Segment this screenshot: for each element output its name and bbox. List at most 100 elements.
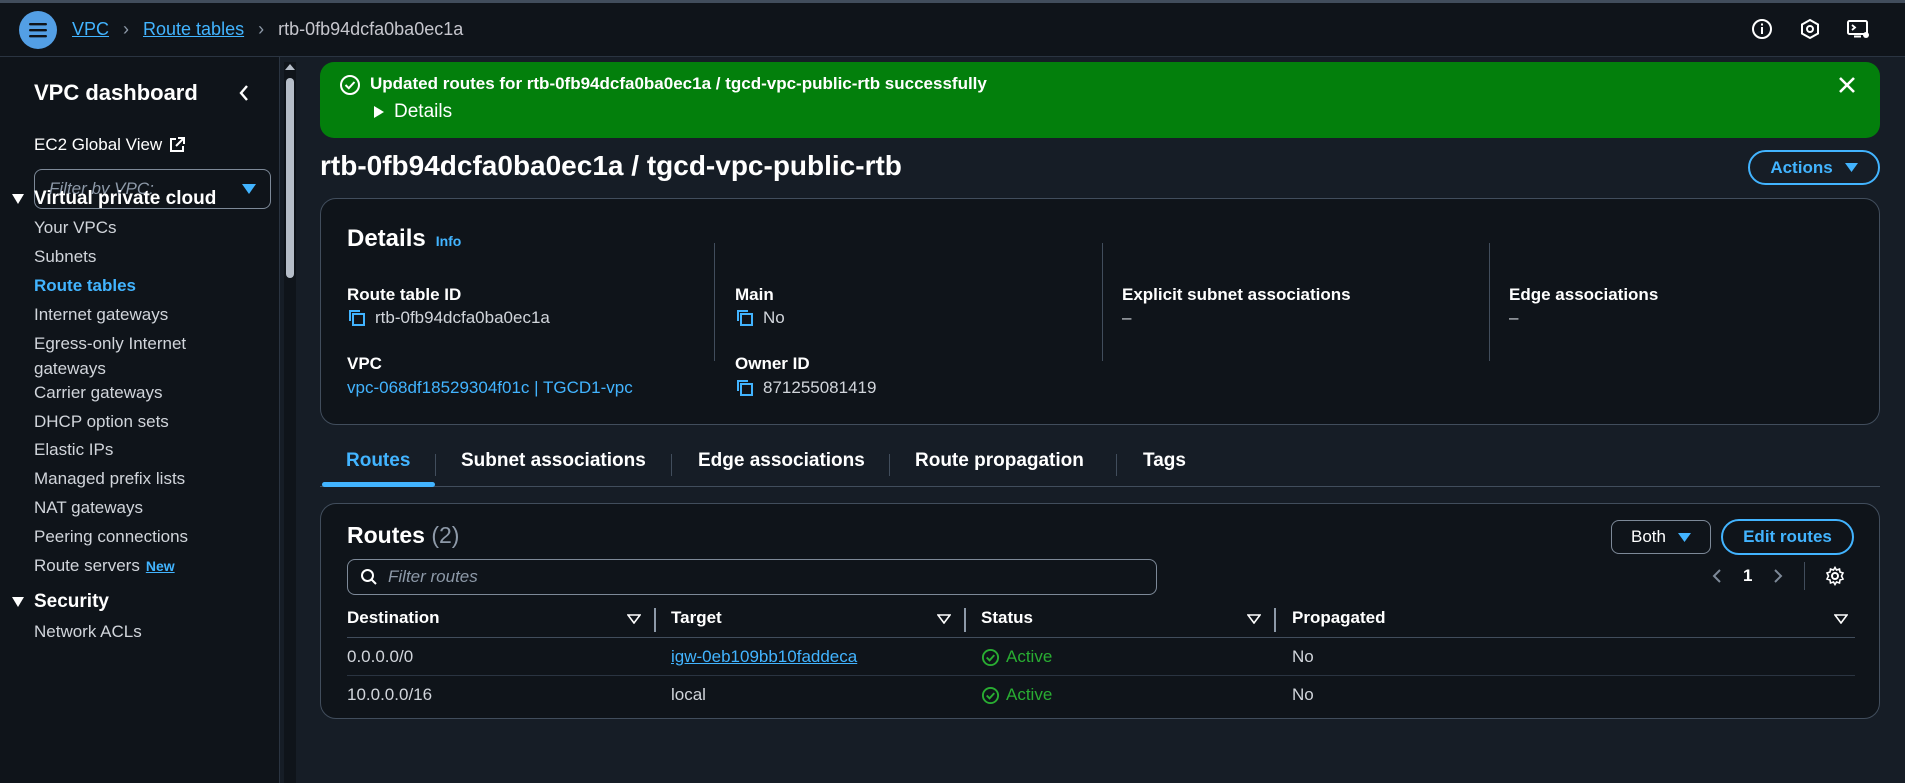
info-link[interactable]: Info: [436, 233, 462, 249]
tab-divider: [1116, 454, 1117, 476]
edge-associations-label: Edge associations: [1509, 285, 1659, 304]
sidebar-item-subnets[interactable]: Subnets: [34, 244, 96, 269]
hamburger-icon: [29, 22, 47, 37]
sort-caret-icon[interactable]: [937, 614, 951, 624]
current-page[interactable]: 1: [1743, 566, 1752, 586]
copy-icon[interactable]: [347, 308, 367, 328]
sidebar-title[interactable]: VPC dashboard: [34, 80, 198, 106]
info-icon[interactable]: [1749, 16, 1775, 42]
new-badge: New: [145, 558, 175, 574]
sidebar-item-label: EC2 Global View: [34, 135, 163, 154]
vpc-link[interactable]: vpc-068df18529304f01c | TGCD1-vpc: [347, 378, 633, 398]
sidebar-section-virtual-private-cloud[interactable]: Virtual private cloud: [12, 188, 216, 210]
status-text: Active: [1006, 685, 1053, 704]
propagated-cell: No: [1292, 685, 1314, 704]
column-divider: [1102, 243, 1103, 361]
flash-message: Updated routes for rtb-0fb94dcfa0ba0ec1a…: [370, 74, 987, 93]
sidebar-item-elastic-ips[interactable]: Elastic IPs: [34, 437, 113, 462]
route-type-selected: Both: [1631, 527, 1666, 546]
scroll-up-arrow-icon[interactable]: [285, 64, 295, 70]
chevron-right-icon[interactable]: [1772, 567, 1784, 585]
sidebar-item-your-vpcs[interactable]: Your VPCs: [34, 215, 117, 240]
sidebar-item-label: Route servers: [34, 556, 140, 575]
details-heading: Details Info: [347, 225, 461, 253]
success-check-icon: [340, 75, 360, 95]
search-icon: [361, 569, 377, 585]
propagated-cell: No: [1292, 647, 1314, 666]
column-resizer[interactable]: [964, 608, 966, 632]
close-icon[interactable]: [1834, 72, 1860, 98]
column-resizer[interactable]: [1274, 608, 1276, 632]
column-header-propagated[interactable]: Propagated: [1292, 608, 1386, 628]
sort-caret-icon[interactable]: [627, 614, 641, 624]
tab-divider: [889, 454, 890, 476]
filter-routes-placeholder: Filter routes: [388, 567, 478, 586]
target-link[interactable]: igw-0eb109bb10faddeca: [671, 647, 857, 667]
pager-divider: [1804, 562, 1806, 590]
column-header-destination[interactable]: Destination: [347, 608, 440, 628]
sidebar-item-internet-gateways[interactable]: Internet gateways: [34, 302, 168, 327]
copy-icon[interactable]: [735, 378, 755, 398]
cloudshell-icon[interactable]: [1845, 16, 1871, 42]
settings-hexagon-icon[interactable]: [1797, 16, 1823, 42]
routes-title: Routes: [347, 522, 425, 548]
tab-tags[interactable]: Tags: [1143, 450, 1186, 472]
actions-button[interactable]: Actions: [1748, 150, 1880, 185]
breadcrumb-current: rtb-0fb94dcfa0ba0ec1a: [278, 19, 464, 39]
sidebar-item-peering-connections[interactable]: Peering connections: [34, 524, 188, 549]
sidebar-item-carrier-gateways[interactable]: Carrier gateways: [34, 380, 163, 405]
menu-button[interactable]: [19, 10, 57, 49]
vpc-label: VPC: [347, 354, 382, 373]
collapse-sidebar-icon[interactable]: [234, 81, 254, 105]
table-row: 10.0.0.0/16 local Active No: [347, 676, 1855, 714]
route-type-select[interactable]: Both: [1611, 520, 1711, 554]
copy-icon[interactable]: [735, 308, 755, 328]
owner-id-text: 871255081419: [763, 378, 877, 397]
sidebar-item-nat-gateways[interactable]: NAT gateways: [34, 495, 143, 520]
owner-id-value: 871255081419: [735, 378, 876, 398]
sort-caret-icon[interactable]: [1247, 614, 1261, 624]
sidebar-item-egress-only-internet-gateways[interactable]: Egress-only Internet gateways: [34, 331, 234, 381]
caret-down-icon: [1677, 532, 1691, 542]
table-header-row: Destination Target Status Propagated: [347, 602, 1855, 638]
scrollbar-thumb[interactable]: [286, 78, 294, 278]
sidebar-item-managed-prefix-lists[interactable]: Managed prefix lists: [34, 466, 185, 491]
sidebar-section-security[interactable]: Security: [12, 591, 109, 613]
actions-label: Actions: [1770, 157, 1833, 177]
route-table-id-value: rtb-0fb94dcfa0ba0ec1a: [347, 308, 550, 328]
column-header-target[interactable]: Target: [671, 608, 722, 628]
section-label: Security: [34, 591, 109, 612]
filter-routes-input[interactable]: Filter routes: [347, 559, 1157, 595]
chevron-left-icon[interactable]: [1711, 567, 1723, 585]
sidebar-scrollbar[interactable]: [284, 62, 296, 783]
routes-count: (2): [431, 522, 460, 548]
sidebar-item-route-servers[interactable]: Route servers New: [34, 553, 175, 579]
external-link-icon: [170, 137, 186, 152]
table-row: 0.0.0.0/0 igw-0eb109bb10faddeca Active N…: [347, 638, 1855, 676]
sidebar-item-dhcp-option-sets[interactable]: DHCP option sets: [34, 409, 169, 434]
tab-subnet-associations[interactable]: Subnet associations: [461, 450, 646, 472]
flash-details-label: Details: [394, 101, 453, 122]
side-navigation: VPC dashboard EC2 Global View Filter by …: [0, 57, 280, 783]
target-cell: local: [671, 685, 706, 704]
breadcrumb-route-tables-link[interactable]: Route tables: [143, 19, 244, 40]
status-success-icon: [981, 686, 1000, 704]
sidebar-item-network-acls[interactable]: Network ACLs: [34, 619, 142, 644]
column-header-status[interactable]: Status: [981, 608, 1033, 628]
destination-cell: 10.0.0.0/16: [347, 685, 433, 704]
status-cell: Active: [981, 647, 1052, 667]
edit-routes-button[interactable]: Edit routes: [1721, 519, 1854, 555]
caret-down-icon: [1844, 163, 1858, 172]
sort-caret-icon[interactable]: [1834, 614, 1848, 624]
tab-route-propagation[interactable]: Route propagation: [915, 450, 1084, 472]
sidebar-item-route-tables[interactable]: Route tables: [34, 273, 136, 298]
tab-edge-associations[interactable]: Edge associations: [698, 450, 865, 472]
column-resizer[interactable]: [654, 608, 656, 632]
gear-icon[interactable]: [1825, 566, 1845, 586]
breadcrumb-vpc-link[interactable]: VPC: [72, 19, 109, 40]
sidebar-item-ec2-global-view[interactable]: EC2 Global View: [34, 135, 186, 155]
routes-table: Destination Target Status Propagated 0.0…: [347, 602, 1855, 714]
flash-details-toggle[interactable]: Details: [374, 101, 452, 123]
tab-routes[interactable]: Routes: [346, 450, 410, 472]
column-divider: [1489, 243, 1490, 361]
